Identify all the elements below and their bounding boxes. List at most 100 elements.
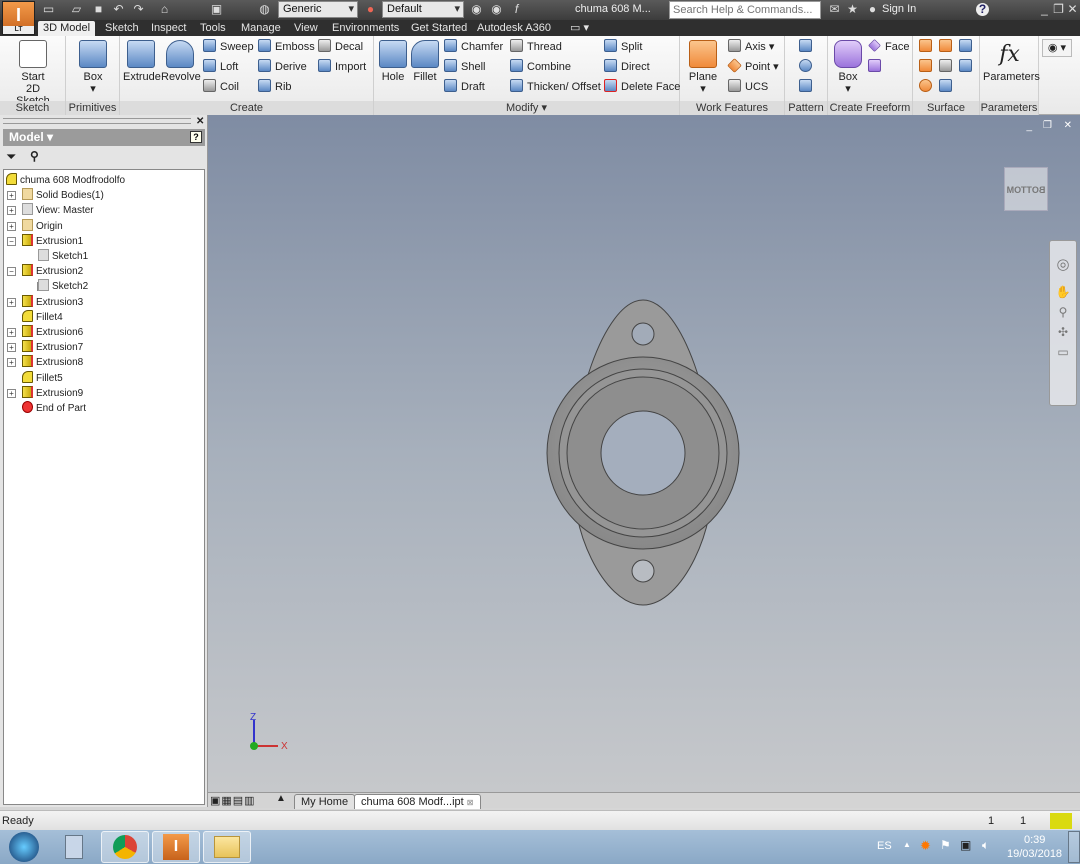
- filter-icon[interactable]: ⏷: [6, 149, 16, 165]
- sweep-button[interactable]: Sweep: [203, 38, 254, 56]
- chamfer-button[interactable]: Chamfer: [444, 38, 503, 56]
- browser-help-icon[interactable]: ?: [190, 131, 202, 143]
- expand-toggle[interactable]: +: [7, 328, 16, 337]
- stitch-button[interactable]: [919, 38, 936, 56]
- thicken-offset-button[interactable]: Thicken/ Offset: [510, 78, 601, 96]
- action-center-flag-icon[interactable]: ⚑: [940, 838, 951, 852]
- tree-item[interactable]: Extrusion8: [22, 355, 83, 370]
- tree-item[interactable]: Extrusion6: [22, 325, 83, 340]
- expand-toggle[interactable]: −: [7, 267, 16, 277]
- user-icon[interactable]: ●: [866, 3, 879, 16]
- clear-appearance-icon[interactable]: ◉: [490, 3, 503, 16]
- patch-button[interactable]: [939, 38, 956, 56]
- show-desktop-button[interactable]: [1068, 831, 1080, 863]
- expand-toggle[interactable]: +: [7, 358, 16, 368]
- tab-get-started[interactable]: Get Started: [411, 21, 467, 36]
- tree-item[interactable]: chuma 608 Modfrodolfo: [6, 173, 125, 188]
- help-icon[interactable]: ?: [976, 3, 989, 16]
- combine-button[interactable]: Combine: [510, 58, 571, 76]
- tree-item[interactable]: Sketch1: [38, 249, 88, 264]
- emboss-button[interactable]: Emboss: [258, 38, 315, 56]
- tab-my-home[interactable]: My Home: [294, 794, 356, 809]
- browser-grip[interactable]: [3, 118, 191, 124]
- tree-item[interactable]: Extrusion2: [22, 264, 83, 279]
- trim-button[interactable]: [939, 58, 956, 76]
- tree-item[interactable]: Sketch2: [38, 279, 88, 294]
- clock-time[interactable]: 0:39: [1024, 834, 1045, 846]
- tree-item[interactable]: Origin: [22, 218, 63, 234]
- ucs-button[interactable]: UCS: [728, 78, 768, 96]
- split-button[interactable]: Split: [604, 38, 642, 56]
- tree-item[interactable]: Extrusion9: [22, 385, 83, 401]
- direct-button[interactable]: Direct: [604, 58, 650, 76]
- extrude-button[interactable]: Extrude: [123, 40, 161, 83]
- tab-overflow-icon[interactable]: ▭ ▾: [570, 21, 589, 36]
- start-2d-sketch-button[interactable]: Start2D Sketch: [8, 40, 58, 107]
- tab-overflow-up-icon[interactable]: ▲: [276, 793, 286, 804]
- fillet-button[interactable]: Fillet: [409, 40, 441, 83]
- minimize-icon[interactable]: _: [1038, 3, 1051, 16]
- extend-button[interactable]: [939, 78, 956, 96]
- color-wheel-icon[interactable]: ●: [364, 3, 377, 16]
- clock-date[interactable]: 19/03/2018: [1007, 848, 1062, 860]
- home-icon[interactable]: ⌂: [158, 3, 171, 16]
- tree-item[interactable]: Extrusion1: [22, 233, 83, 249]
- expand-toggle[interactable]: +: [7, 221, 16, 231]
- expand-toggle[interactable]: +: [7, 388, 16, 398]
- tree-item[interactable]: Fillet5: [22, 370, 63, 386]
- tree-item[interactable]: Extrusion7: [22, 340, 83, 355]
- tab-close-icon[interactable]: ⊠: [467, 798, 474, 807]
- coil-button[interactable]: Coil: [203, 78, 239, 96]
- taskbar-calculator[interactable]: [50, 831, 98, 863]
- point-button[interactable]: Point ▾: [727, 58, 779, 76]
- rib-button[interactable]: Rib: [258, 78, 292, 96]
- rectangular-pattern-button[interactable]: [799, 38, 816, 56]
- window-arrange-icons[interactable]: ▣▦▤▥: [210, 794, 256, 807]
- delete-face-button[interactable]: Delete Face: [604, 78, 680, 96]
- tree-item[interactable]: View: Master: [22, 203, 94, 218]
- application-menu-button[interactable]: I LT: [2, 1, 35, 35]
- revolve-button[interactable]: Revolve: [161, 40, 201, 83]
- face-button[interactable]: Face: [868, 38, 909, 56]
- find-binoculars-icon[interactable]: ⚲: [30, 149, 39, 163]
- browser-title-dropdown[interactable]: Model ▾ ?: [3, 129, 205, 146]
- search-input[interactable]: [669, 1, 821, 19]
- tree-item[interactable]: Fillet4: [22, 309, 63, 325]
- shell-button[interactable]: Shell: [444, 58, 485, 76]
- hole-button[interactable]: Hole: [377, 40, 409, 83]
- start-button[interactable]: [0, 831, 48, 863]
- tab-environments[interactable]: Environments: [332, 21, 399, 36]
- circular-pattern-button[interactable]: [799, 58, 816, 76]
- expand-toggle[interactable]: +: [7, 191, 16, 201]
- loft-button[interactable]: Loft: [203, 58, 238, 76]
- redo-icon[interactable]: ↷: [132, 3, 145, 16]
- mirror-button[interactable]: [799, 78, 816, 96]
- sign-in-button[interactable]: Sign In: [882, 3, 916, 15]
- star-icon[interactable]: ★: [846, 3, 859, 16]
- convert-button[interactable]: [868, 58, 885, 76]
- taskbar-explorer[interactable]: [203, 831, 251, 863]
- material-select[interactable]: Generic: [278, 1, 358, 18]
- sculpt-button[interactable]: [959, 38, 976, 56]
- tree-item[interactable]: Extrusion3: [22, 294, 83, 310]
- undo-icon[interactable]: ↶: [112, 3, 125, 16]
- tab-document[interactable]: chuma 608 Modf...ipt ⊠: [354, 794, 481, 809]
- import-button[interactable]: Import: [318, 58, 366, 76]
- close-icon[interactable]: ✕: [1066, 3, 1079, 16]
- taskbar-chrome[interactable]: [101, 831, 149, 863]
- replace-face-button[interactable]: [919, 78, 936, 96]
- box-button[interactable]: Box ▾: [74, 40, 112, 95]
- show-hidden-icons[interactable]: ▲: [903, 840, 911, 849]
- parameters-button[interactable]: fx Parameters: [983, 40, 1040, 83]
- avast-icon[interactable]: ✹: [920, 838, 931, 854]
- browser-close-icon[interactable]: ✕: [196, 116, 204, 127]
- plane-button[interactable]: Plane ▾: [686, 40, 720, 95]
- decal-button[interactable]: Decal: [318, 38, 363, 56]
- modify-panel-dropdown[interactable]: Modify ▾: [374, 101, 679, 115]
- expand-toggle[interactable]: +: [7, 297, 16, 307]
- network-icon[interactable]: ▣: [960, 838, 971, 852]
- boundary-patch-button[interactable]: [919, 58, 936, 76]
- expand-toggle[interactable]: −: [7, 236, 16, 246]
- expand-toggle[interactable]: +: [7, 343, 16, 353]
- open-icon[interactable]: ▱: [70, 3, 83, 16]
